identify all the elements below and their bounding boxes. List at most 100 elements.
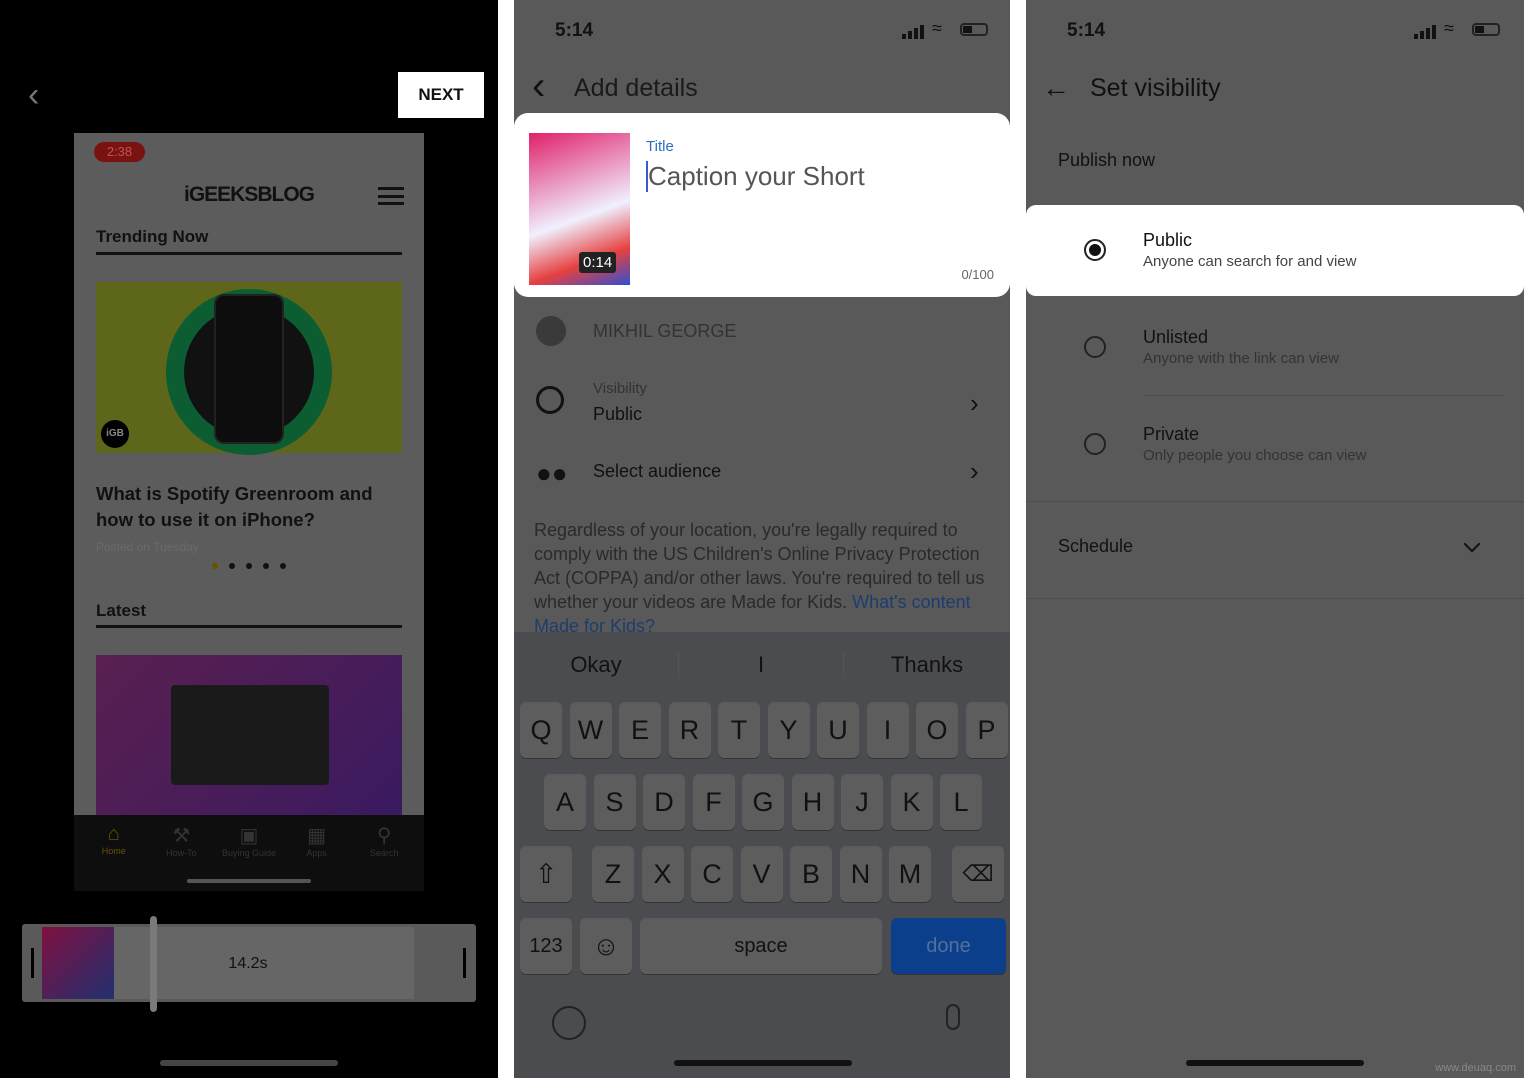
timeline-trimmer[interactable]: 14.2s <box>22 916 476 1012</box>
header-title: Add details <box>574 74 698 102</box>
key-o[interactable]: O <box>916 702 958 758</box>
suggestion[interactable]: Thanks <box>844 652 1010 678</box>
option-private[interactable]: Private Only people you choose can view <box>1026 399 1524 490</box>
keyboard: Okay I Thanks QWERTYUIOPASDFGHJKLZXCVBNM… <box>514 632 1010 1078</box>
title-input[interactable]: Caption your Short <box>646 161 865 192</box>
key-h[interactable]: H <box>791 774 834 830</box>
add-details-screen: 5:14 ≈ ‹ Add details 0:14 Title Caption … <box>514 0 1010 1078</box>
key-c[interactable]: C <box>691 846 733 902</box>
shift-key[interactable]: ⇧ <box>520 846 572 902</box>
done-key[interactable]: done <box>891 918 1006 974</box>
key-x[interactable]: X <box>641 846 684 902</box>
carousel-dots[interactable] <box>212 563 286 569</box>
video-trim-screen: ‹ NEXT 2:38 iGEEKSBLOG Trending Now iGB … <box>0 0 498 1078</box>
key-z[interactable]: Z <box>592 846 634 902</box>
video-thumbnail[interactable]: 0:14 <box>529 133 630 285</box>
key-a[interactable]: A <box>544 774 586 830</box>
key-e[interactable]: E <box>619 702 661 758</box>
wifi-icon: ≈ <box>1444 18 1454 38</box>
key-g[interactable]: G <box>742 774 784 830</box>
article-title[interactable]: What is Spotify Greenroom and how to use… <box>96 481 406 533</box>
publish-now-label: Publish now <box>1058 150 1156 170</box>
key-n[interactable]: N <box>839 846 882 902</box>
status-time-pill: 2:38 <box>94 142 145 162</box>
search-icon: ⚲ <box>376 825 392 847</box>
trending-heading: Trending Now <box>96 227 209 246</box>
key-m[interactable]: M <box>889 846 931 902</box>
emoji-key[interactable]: ☺ <box>580 918 632 974</box>
visibility-label: Visibility <box>593 380 647 397</box>
bag-icon: ▣ <box>239 825 259 847</box>
key-u[interactable]: U <box>817 702 859 758</box>
schedule-row[interactable]: Schedule <box>1026 502 1524 598</box>
key-l[interactable]: L <box>940 774 982 830</box>
key-k[interactable]: K <box>890 774 933 830</box>
igb-badge: iGB <box>101 420 129 448</box>
backspace-key[interactable]: ⌫ <box>952 846 1004 902</box>
next-button[interactable]: NEXT <box>398 72 484 118</box>
option-public[interactable]: Public Anyone can search for and view <box>1026 205 1524 296</box>
numbers-key[interactable]: 123 <box>520 918 572 974</box>
char-counter: 0/100 <box>961 267 994 282</box>
suggestion[interactable]: Okay <box>514 652 678 678</box>
key-s[interactable]: S <box>593 774 636 830</box>
key-t[interactable]: T <box>718 702 760 758</box>
back-arrow-icon[interactable]: ← <box>1042 72 1070 104</box>
video-preview: 2:38 iGEEKSBLOG Trending Now iGB What is… <box>74 133 424 891</box>
grid-icon: ▦ <box>307 825 327 847</box>
radio-unselected[interactable] <box>1084 433 1106 455</box>
key-v[interactable]: V <box>740 846 783 902</box>
channel-avatar <box>536 316 566 346</box>
signal-icon <box>902 25 924 39</box>
back-icon[interactable]: ‹ <box>28 78 48 112</box>
trim-handle-left[interactable] <box>31 948 34 978</box>
playhead[interactable] <box>150 916 157 1012</box>
latest-heading: Latest <box>96 601 147 620</box>
key-b[interactable]: B <box>790 846 832 902</box>
nav-search[interactable]: ⚲ Search <box>350 815 418 891</box>
key-i[interactable]: I <box>866 702 909 758</box>
signal-icon <box>1414 25 1436 39</box>
chevron-right-icon[interactable]: › <box>970 456 979 487</box>
set-visibility-screen: 5:14 ≈ ← Set visibility Publish now Publ… <box>1026 0 1524 1078</box>
globe-icon <box>536 386 564 414</box>
globe-key-icon[interactable] <box>552 1006 586 1040</box>
key-q[interactable]: Q <box>520 702 562 758</box>
microphone-icon[interactable] <box>946 1004 960 1030</box>
key-y[interactable]: Y <box>767 702 810 758</box>
channel-name: MIKHIL GEORGE <box>593 321 737 341</box>
key-r[interactable]: R <box>668 702 711 758</box>
wifi-icon: ≈ <box>932 18 942 38</box>
chevron-right-icon[interactable]: › <box>970 388 979 419</box>
key-d[interactable]: D <box>643 774 685 830</box>
back-icon[interactable]: ‹ <box>532 66 545 106</box>
space-key[interactable]: space <box>640 918 882 974</box>
article-meta: Posted on Tuesday <box>96 540 199 554</box>
logo: iGEEKSBLOG <box>184 183 315 206</box>
home-icon: ⌂ <box>107 823 120 845</box>
visibility-value[interactable]: Public <box>593 404 642 425</box>
trim-handle-right[interactable] <box>463 948 466 978</box>
select-audience[interactable]: Select audience <box>593 461 721 482</box>
title-card: 0:14 Title Caption your Short 0/100 <box>514 113 1010 297</box>
latest-image[interactable] <box>96 655 402 815</box>
key-f[interactable]: F <box>692 774 735 830</box>
people-icon: ●● <box>536 458 568 488</box>
key-p[interactable]: P <box>965 702 1008 758</box>
nav-home[interactable]: ⌂ Home <box>80 815 148 891</box>
article-image[interactable]: iGB <box>96 282 402 455</box>
suggestion[interactable]: I <box>678 652 844 678</box>
battery-icon <box>960 23 988 36</box>
coppa-notice: Regardless of your location, you're lega… <box>534 520 985 636</box>
menu-icon[interactable] <box>378 187 404 205</box>
chevron-down-icon <box>1463 535 1481 553</box>
key-j[interactable]: J <box>841 774 883 830</box>
duration-label: 14.2s <box>220 952 276 976</box>
thumb-duration: 0:14 <box>579 252 617 273</box>
radio-selected[interactable] <box>1084 239 1106 261</box>
key-w[interactable]: W <box>569 702 612 758</box>
option-unlisted[interactable]: Unlisted Anyone with the link can view <box>1026 302 1524 393</box>
radio-unselected[interactable] <box>1084 336 1106 358</box>
wrench-icon: ⚒ <box>172 825 191 847</box>
title-label: Title <box>646 138 674 155</box>
